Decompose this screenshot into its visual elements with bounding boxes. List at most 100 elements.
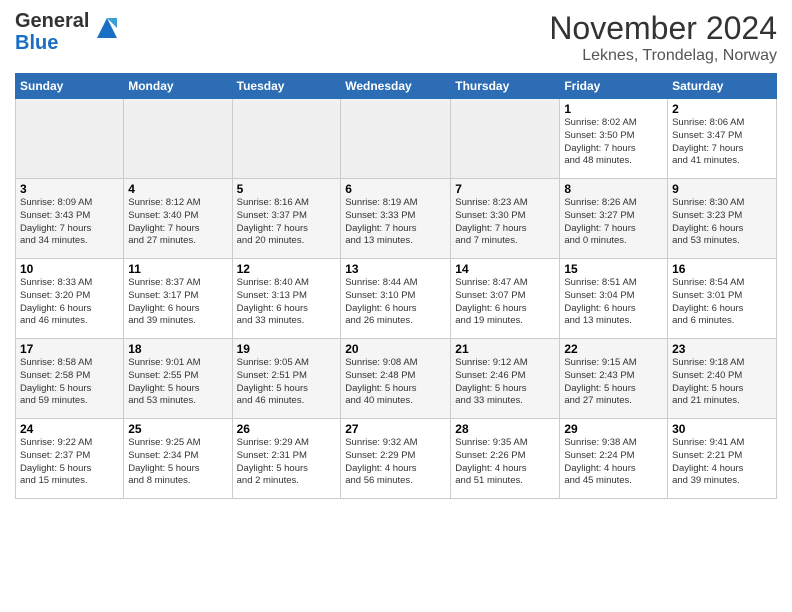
calendar-cell: 25Sunrise: 9:25 AM Sunset: 2:34 PM Dayli… [124,419,232,499]
day-number: 7 [455,182,555,196]
calendar-header-row: SundayMondayTuesdayWednesdayThursdayFrid… [16,74,777,99]
header-thursday: Thursday [451,74,560,99]
day-number: 29 [564,422,663,436]
calendar-week-1: 1Sunrise: 8:02 AM Sunset: 3:50 PM Daylig… [16,99,777,179]
day-info: Sunrise: 9:29 AM Sunset: 2:31 PM Dayligh… [237,437,337,488]
day-info: Sunrise: 9:41 AM Sunset: 2:21 PM Dayligh… [672,437,772,488]
day-info: Sunrise: 8:44 AM Sunset: 3:10 PM Dayligh… [345,277,446,328]
day-number: 17 [20,342,119,356]
calendar-cell: 4Sunrise: 8:12 AM Sunset: 3:40 PM Daylig… [124,179,232,259]
day-number: 22 [564,342,663,356]
day-number: 16 [672,262,772,276]
calendar-cell [451,99,560,179]
calendar-cell: 12Sunrise: 8:40 AM Sunset: 3:13 PM Dayli… [232,259,341,339]
calendar-cell: 2Sunrise: 8:06 AM Sunset: 3:47 PM Daylig… [668,99,777,179]
calendar-cell: 16Sunrise: 8:54 AM Sunset: 3:01 PM Dayli… [668,259,777,339]
day-number: 18 [128,342,227,356]
calendar-cell: 26Sunrise: 9:29 AM Sunset: 2:31 PM Dayli… [232,419,341,499]
day-number: 20 [345,342,446,356]
day-info: Sunrise: 8:02 AM Sunset: 3:50 PM Dayligh… [564,117,663,168]
calendar-week-5: 24Sunrise: 9:22 AM Sunset: 2:37 PM Dayli… [16,419,777,499]
calendar-cell: 19Sunrise: 9:05 AM Sunset: 2:51 PM Dayli… [232,339,341,419]
calendar-cell: 30Sunrise: 9:41 AM Sunset: 2:21 PM Dayli… [668,419,777,499]
day-number: 28 [455,422,555,436]
day-info: Sunrise: 9:01 AM Sunset: 2:55 PM Dayligh… [128,357,227,408]
day-info: Sunrise: 8:58 AM Sunset: 2:58 PM Dayligh… [20,357,119,408]
calendar-cell: 21Sunrise: 9:12 AM Sunset: 2:46 PM Dayli… [451,339,560,419]
calendar-cell: 28Sunrise: 9:35 AM Sunset: 2:26 PM Dayli… [451,419,560,499]
day-info: Sunrise: 9:32 AM Sunset: 2:29 PM Dayligh… [345,437,446,488]
header-saturday: Saturday [668,74,777,99]
day-info: Sunrise: 9:15 AM Sunset: 2:43 PM Dayligh… [564,357,663,408]
logo-icon [92,13,122,43]
calendar-cell: 22Sunrise: 9:15 AM Sunset: 2:43 PM Dayli… [560,339,668,419]
day-info: Sunrise: 9:18 AM Sunset: 2:40 PM Dayligh… [672,357,772,408]
page-header: General Blue November 2024 Leknes, Trond… [15,10,777,65]
day-info: Sunrise: 8:33 AM Sunset: 3:20 PM Dayligh… [20,277,119,328]
day-info: Sunrise: 8:51 AM Sunset: 3:04 PM Dayligh… [564,277,663,328]
calendar-cell: 1Sunrise: 8:02 AM Sunset: 3:50 PM Daylig… [560,99,668,179]
day-number: 11 [128,262,227,276]
calendar-cell: 20Sunrise: 9:08 AM Sunset: 2:48 PM Dayli… [341,339,451,419]
header-tuesday: Tuesday [232,74,341,99]
day-info: Sunrise: 9:05 AM Sunset: 2:51 PM Dayligh… [237,357,337,408]
calendar-cell: 13Sunrise: 8:44 AM Sunset: 3:10 PM Dayli… [341,259,451,339]
day-info: Sunrise: 8:30 AM Sunset: 3:23 PM Dayligh… [672,197,772,248]
calendar-cell: 29Sunrise: 9:38 AM Sunset: 2:24 PM Dayli… [560,419,668,499]
logo-blue: Blue [15,32,58,54]
day-number: 3 [20,182,119,196]
day-info: Sunrise: 9:38 AM Sunset: 2:24 PM Dayligh… [564,437,663,488]
calendar-cell: 10Sunrise: 8:33 AM Sunset: 3:20 PM Dayli… [16,259,124,339]
header-wednesday: Wednesday [341,74,451,99]
calendar-week-2: 3Sunrise: 8:09 AM Sunset: 3:43 PM Daylig… [16,179,777,259]
calendar-cell: 15Sunrise: 8:51 AM Sunset: 3:04 PM Dayli… [560,259,668,339]
day-number: 23 [672,342,772,356]
day-number: 2 [672,102,772,116]
day-number: 5 [237,182,337,196]
day-info: Sunrise: 9:35 AM Sunset: 2:26 PM Dayligh… [455,437,555,488]
title-block: November 2024 Leknes, Trondelag, Norway [549,10,777,65]
calendar-cell: 3Sunrise: 8:09 AM Sunset: 3:43 PM Daylig… [16,179,124,259]
day-info: Sunrise: 9:22 AM Sunset: 2:37 PM Dayligh… [20,437,119,488]
day-number: 24 [20,422,119,436]
day-number: 21 [455,342,555,356]
calendar-cell [124,99,232,179]
day-number: 9 [672,182,772,196]
day-info: Sunrise: 9:25 AM Sunset: 2:34 PM Dayligh… [128,437,227,488]
calendar-cell [16,99,124,179]
day-info: Sunrise: 9:12 AM Sunset: 2:46 PM Dayligh… [455,357,555,408]
calendar-cell: 14Sunrise: 8:47 AM Sunset: 3:07 PM Dayli… [451,259,560,339]
calendar-table: SundayMondayTuesdayWednesdayThursdayFrid… [15,73,777,499]
day-number: 19 [237,342,337,356]
calendar-cell: 7Sunrise: 8:23 AM Sunset: 3:30 PM Daylig… [451,179,560,259]
calendar-cell: 27Sunrise: 9:32 AM Sunset: 2:29 PM Dayli… [341,419,451,499]
calendar-cell: 8Sunrise: 8:26 AM Sunset: 3:27 PM Daylig… [560,179,668,259]
calendar-cell: 23Sunrise: 9:18 AM Sunset: 2:40 PM Dayli… [668,339,777,419]
day-number: 15 [564,262,663,276]
day-info: Sunrise: 8:16 AM Sunset: 3:37 PM Dayligh… [237,197,337,248]
calendar-cell [341,99,451,179]
calendar-week-3: 10Sunrise: 8:33 AM Sunset: 3:20 PM Dayli… [16,259,777,339]
calendar-cell: 6Sunrise: 8:19 AM Sunset: 3:33 PM Daylig… [341,179,451,259]
day-number: 1 [564,102,663,116]
day-number: 4 [128,182,227,196]
day-info: Sunrise: 8:09 AM Sunset: 3:43 PM Dayligh… [20,197,119,248]
day-number: 27 [345,422,446,436]
header-sunday: Sunday [16,74,124,99]
day-number: 13 [345,262,446,276]
day-info: Sunrise: 8:26 AM Sunset: 3:27 PM Dayligh… [564,197,663,248]
day-info: Sunrise: 9:08 AM Sunset: 2:48 PM Dayligh… [345,357,446,408]
calendar-cell: 11Sunrise: 8:37 AM Sunset: 3:17 PM Dayli… [124,259,232,339]
day-number: 12 [237,262,337,276]
day-info: Sunrise: 8:19 AM Sunset: 3:33 PM Dayligh… [345,197,446,248]
calendar-cell: 17Sunrise: 8:58 AM Sunset: 2:58 PM Dayli… [16,339,124,419]
location: Leknes, Trondelag, Norway [549,47,777,65]
day-number: 10 [20,262,119,276]
header-friday: Friday [560,74,668,99]
header-monday: Monday [124,74,232,99]
day-info: Sunrise: 8:54 AM Sunset: 3:01 PM Dayligh… [672,277,772,328]
day-number: 26 [237,422,337,436]
logo-general: General [15,10,89,32]
main-container: General Blue November 2024 Leknes, Trond… [0,0,792,509]
day-number: 25 [128,422,227,436]
